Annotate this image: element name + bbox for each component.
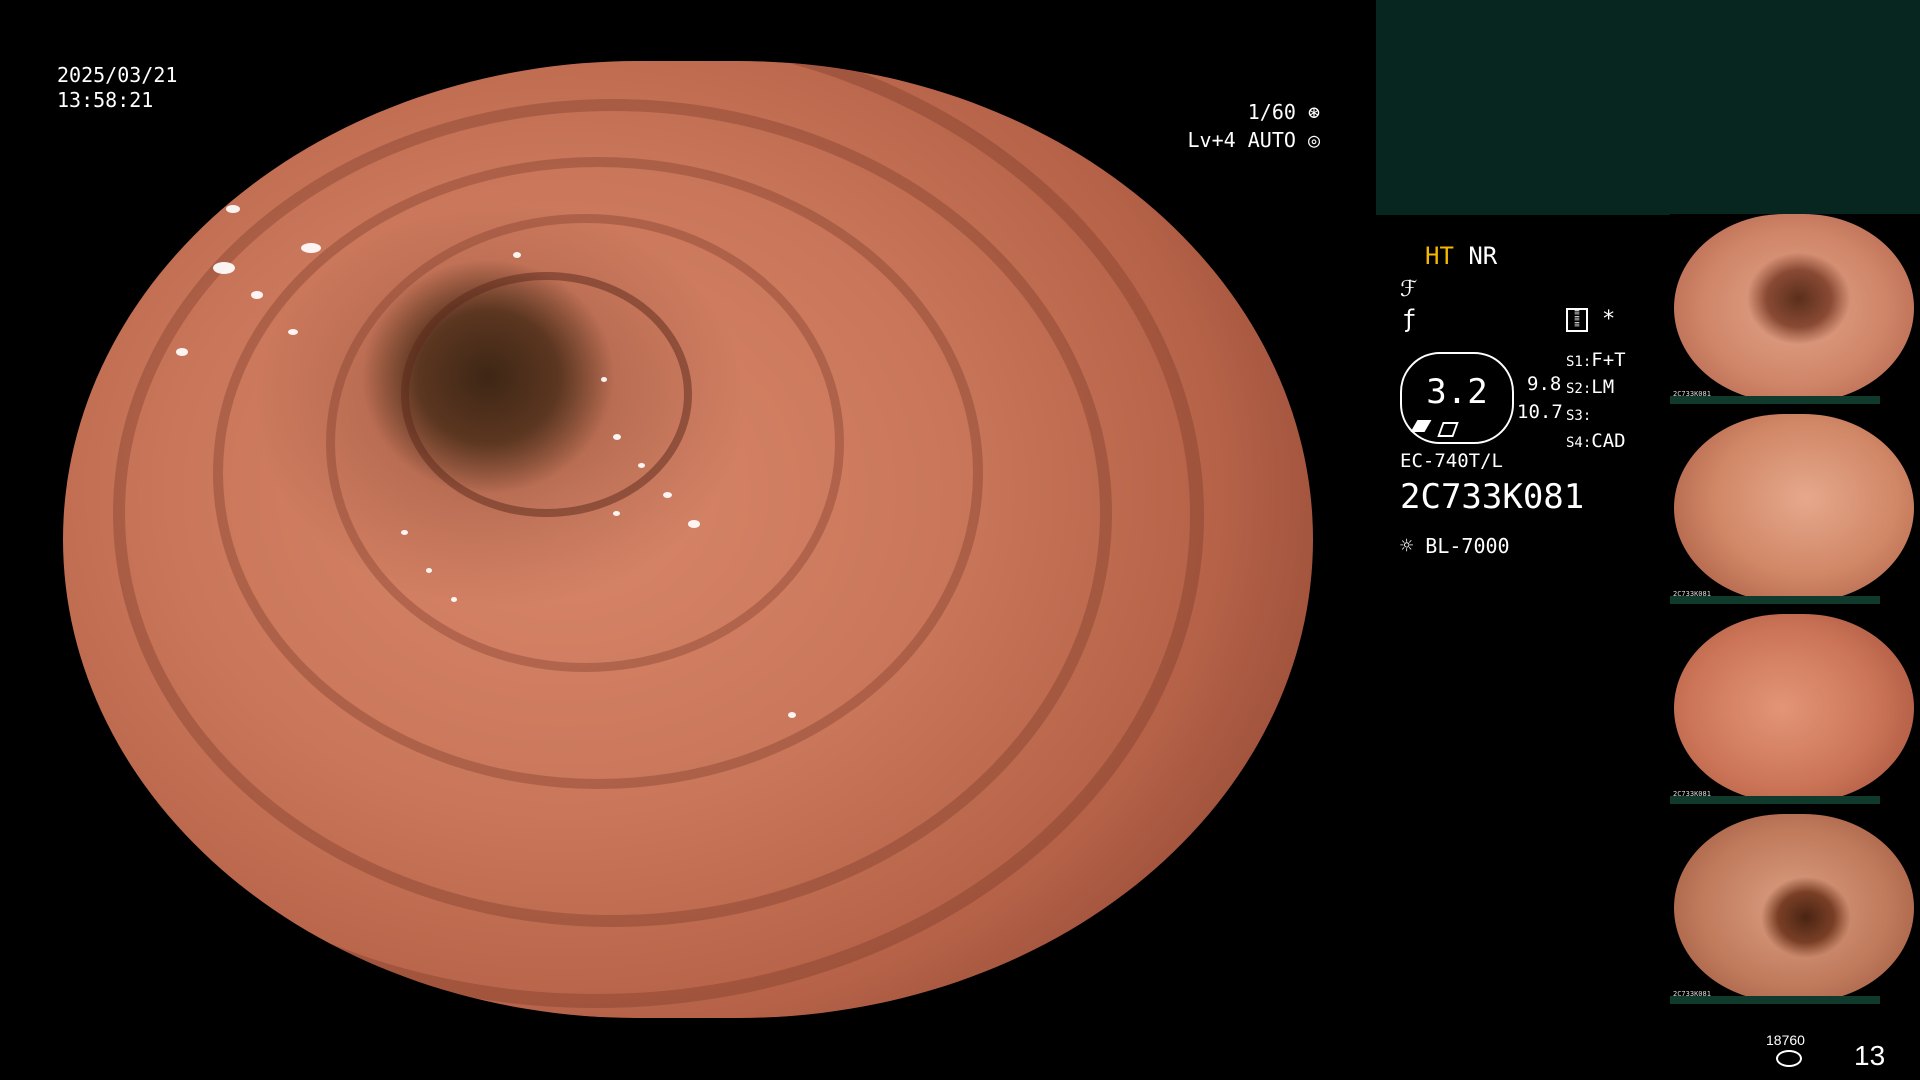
filter-icon: ƒ [1402, 305, 1417, 333]
memory-card-icon: ≡ ≡ ≡ [1566, 308, 1588, 332]
thumbnail-1[interactable]: 2C733K081 [1670, 214, 1920, 404]
scope-model: EC-740T/L [1400, 450, 1503, 472]
level-text: Lv+4 [1187, 128, 1236, 152]
mode-text: AUTO [1247, 128, 1296, 152]
status-panel [1376, 0, 1920, 215]
storage-icon [1776, 1050, 1802, 1067]
time-text: 13:58:21 [57, 88, 154, 112]
auto-iris-icon: ◎ [1307, 128, 1320, 152]
switch-settings: S1:F+T S2:LM S3: S4:CAD [1566, 348, 1626, 456]
thumbnail-4[interactable]: 2C733K081 [1670, 814, 1920, 1004]
date-time: 2025/03/21 13:58:21 [57, 63, 177, 113]
s1-value: F+T [1591, 349, 1626, 371]
asterisk-mark: * [1602, 307, 1616, 332]
shutter-text: 1/60 [1247, 100, 1296, 124]
enhance-curve-icon: ℱ [1400, 277, 1418, 302]
thumbnail-bar [1670, 396, 1880, 404]
s4-value: CAD [1591, 430, 1626, 452]
thumbnail-3[interactable]: 2C733K081 [1670, 614, 1920, 804]
image-count: 13 [1854, 1040, 1886, 1071]
shutter-icon: ⊛ [1307, 100, 1320, 124]
thumbnail-2[interactable]: 2C733K081 [1670, 414, 1920, 604]
thumbnail-bar [1670, 596, 1880, 604]
value-b: 10.7 [1517, 401, 1563, 423]
thumbnail-bar [1670, 996, 1880, 1004]
s3-label: S3: [1566, 408, 1592, 424]
storage-count: 18760 [1766, 1032, 1805, 1048]
s4-label: S4: [1566, 435, 1592, 451]
light-source-text: BL-7000 [1425, 534, 1510, 558]
s2-label: S2: [1566, 381, 1592, 397]
processing-mode: HT NR [1425, 242, 1497, 270]
exposure-info: 1/60 ⊛ Lv+4 AUTO ◎ [1180, 98, 1320, 154]
light-source: ☼ BL-7000 [1400, 532, 1510, 561]
scope-serial: 2C733K081 [1400, 477, 1585, 517]
nr-label: NR [1468, 242, 1498, 270]
thumbnail-bar [1670, 796, 1880, 804]
zoom-values: 9.8 10.7 [1517, 370, 1563, 426]
value-a: 9.8 [1527, 373, 1562, 395]
zoom-value: 3.2 [1426, 372, 1488, 412]
light-source-icon: ☼ [1400, 534, 1414, 559]
date-text: 2025/03/21 [57, 63, 178, 87]
endoscope-main-view [63, 61, 1313, 1018]
ht-label: HT [1425, 242, 1454, 270]
s2-value: LM [1591, 376, 1615, 398]
s1-label: S1: [1566, 354, 1592, 370]
